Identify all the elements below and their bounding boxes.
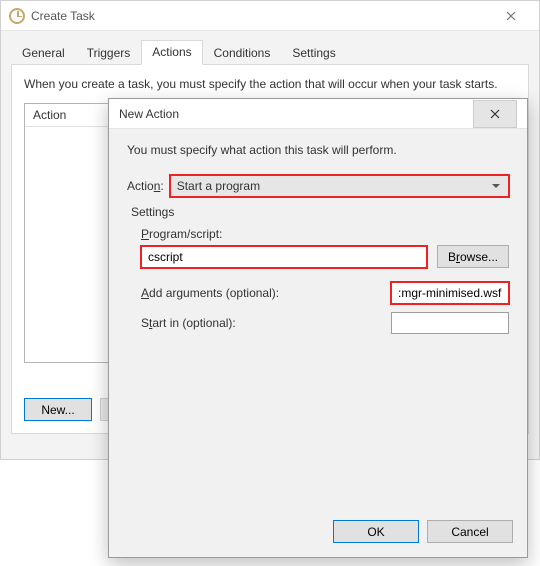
cancel-button[interactable]: Cancel <box>427 520 513 543</box>
program-label-hotkey: P <box>141 227 149 241</box>
new-action-dialog: New Action You must specify what action … <box>108 98 528 558</box>
tab-general[interactable]: General <box>11 41 76 65</box>
program-input-value: cscript <box>148 250 183 264</box>
arguments-label: Add arguments (optional): <box>141 286 379 300</box>
arguments-input-value: :mgr-minimised.wsf <box>398 286 501 300</box>
close-icon <box>490 109 500 119</box>
tab-actions[interactable]: Actions <box>141 40 202 65</box>
optional-grid: Add arguments (optional): :mgr-minimised… <box>141 282 509 334</box>
close-icon <box>506 11 516 21</box>
program-label-text: rogram/script: <box>149 227 222 241</box>
browse-button[interactable]: Browse... <box>437 245 509 268</box>
new-action-description: You must specify what action this task w… <box>127 143 509 157</box>
create-task-title: Create Task <box>31 9 95 23</box>
ok-button[interactable]: OK <box>333 520 419 543</box>
actions-description: When you create a task, you must specify… <box>24 77 516 91</box>
settings-group-label: Settings <box>131 205 509 219</box>
new-action-title: New Action <box>119 107 179 121</box>
startin-input[interactable] <box>391 312 509 334</box>
new-action-button-row: OK Cancel <box>109 508 527 557</box>
action-select-value: Start a program <box>177 179 260 193</box>
browse-label-pre: B <box>448 250 456 264</box>
create-task-titlebar: Create Task <box>1 1 539 31</box>
program-label: Program/script: <box>141 227 509 241</box>
arguments-label-hotkey: A <box>141 286 149 300</box>
browse-label-post: owse... <box>460 250 498 264</box>
new-button[interactable]: New... <box>24 398 92 421</box>
tab-conditions[interactable]: Conditions <box>203 41 282 65</box>
new-action-body: You must specify what action this task w… <box>109 129 527 508</box>
startin-label-text: art in (optional): <box>152 316 235 330</box>
clock-icon <box>9 8 25 24</box>
create-task-close-button[interactable] <box>491 2 531 30</box>
tab-settings[interactable]: Settings <box>281 41 346 65</box>
action-row: Action: Start a program <box>127 175 509 197</box>
action-label-pre: Actio <box>127 179 154 193</box>
program-input[interactable]: cscript <box>141 246 427 268</box>
arguments-label-text: dd arguments (optional): <box>149 286 279 300</box>
startin-label-pre: S <box>141 316 149 330</box>
startin-label: Start in (optional): <box>141 316 379 330</box>
tab-triggers[interactable]: Triggers <box>76 41 142 65</box>
tabs: General Triggers Actions Conditions Sett… <box>11 39 529 64</box>
program-row: cscript Browse... <box>141 245 509 268</box>
arguments-input[interactable]: :mgr-minimised.wsf <box>391 282 509 304</box>
action-label: Action: <box>127 179 164 193</box>
action-select[interactable]: Start a program <box>170 175 509 197</box>
action-label-post: : <box>160 179 163 193</box>
new-action-titlebar: New Action <box>109 99 527 129</box>
new-action-close-button[interactable] <box>473 100 517 128</box>
settings-group: Program/script: cscript Browse... Add ar… <box>127 227 509 334</box>
